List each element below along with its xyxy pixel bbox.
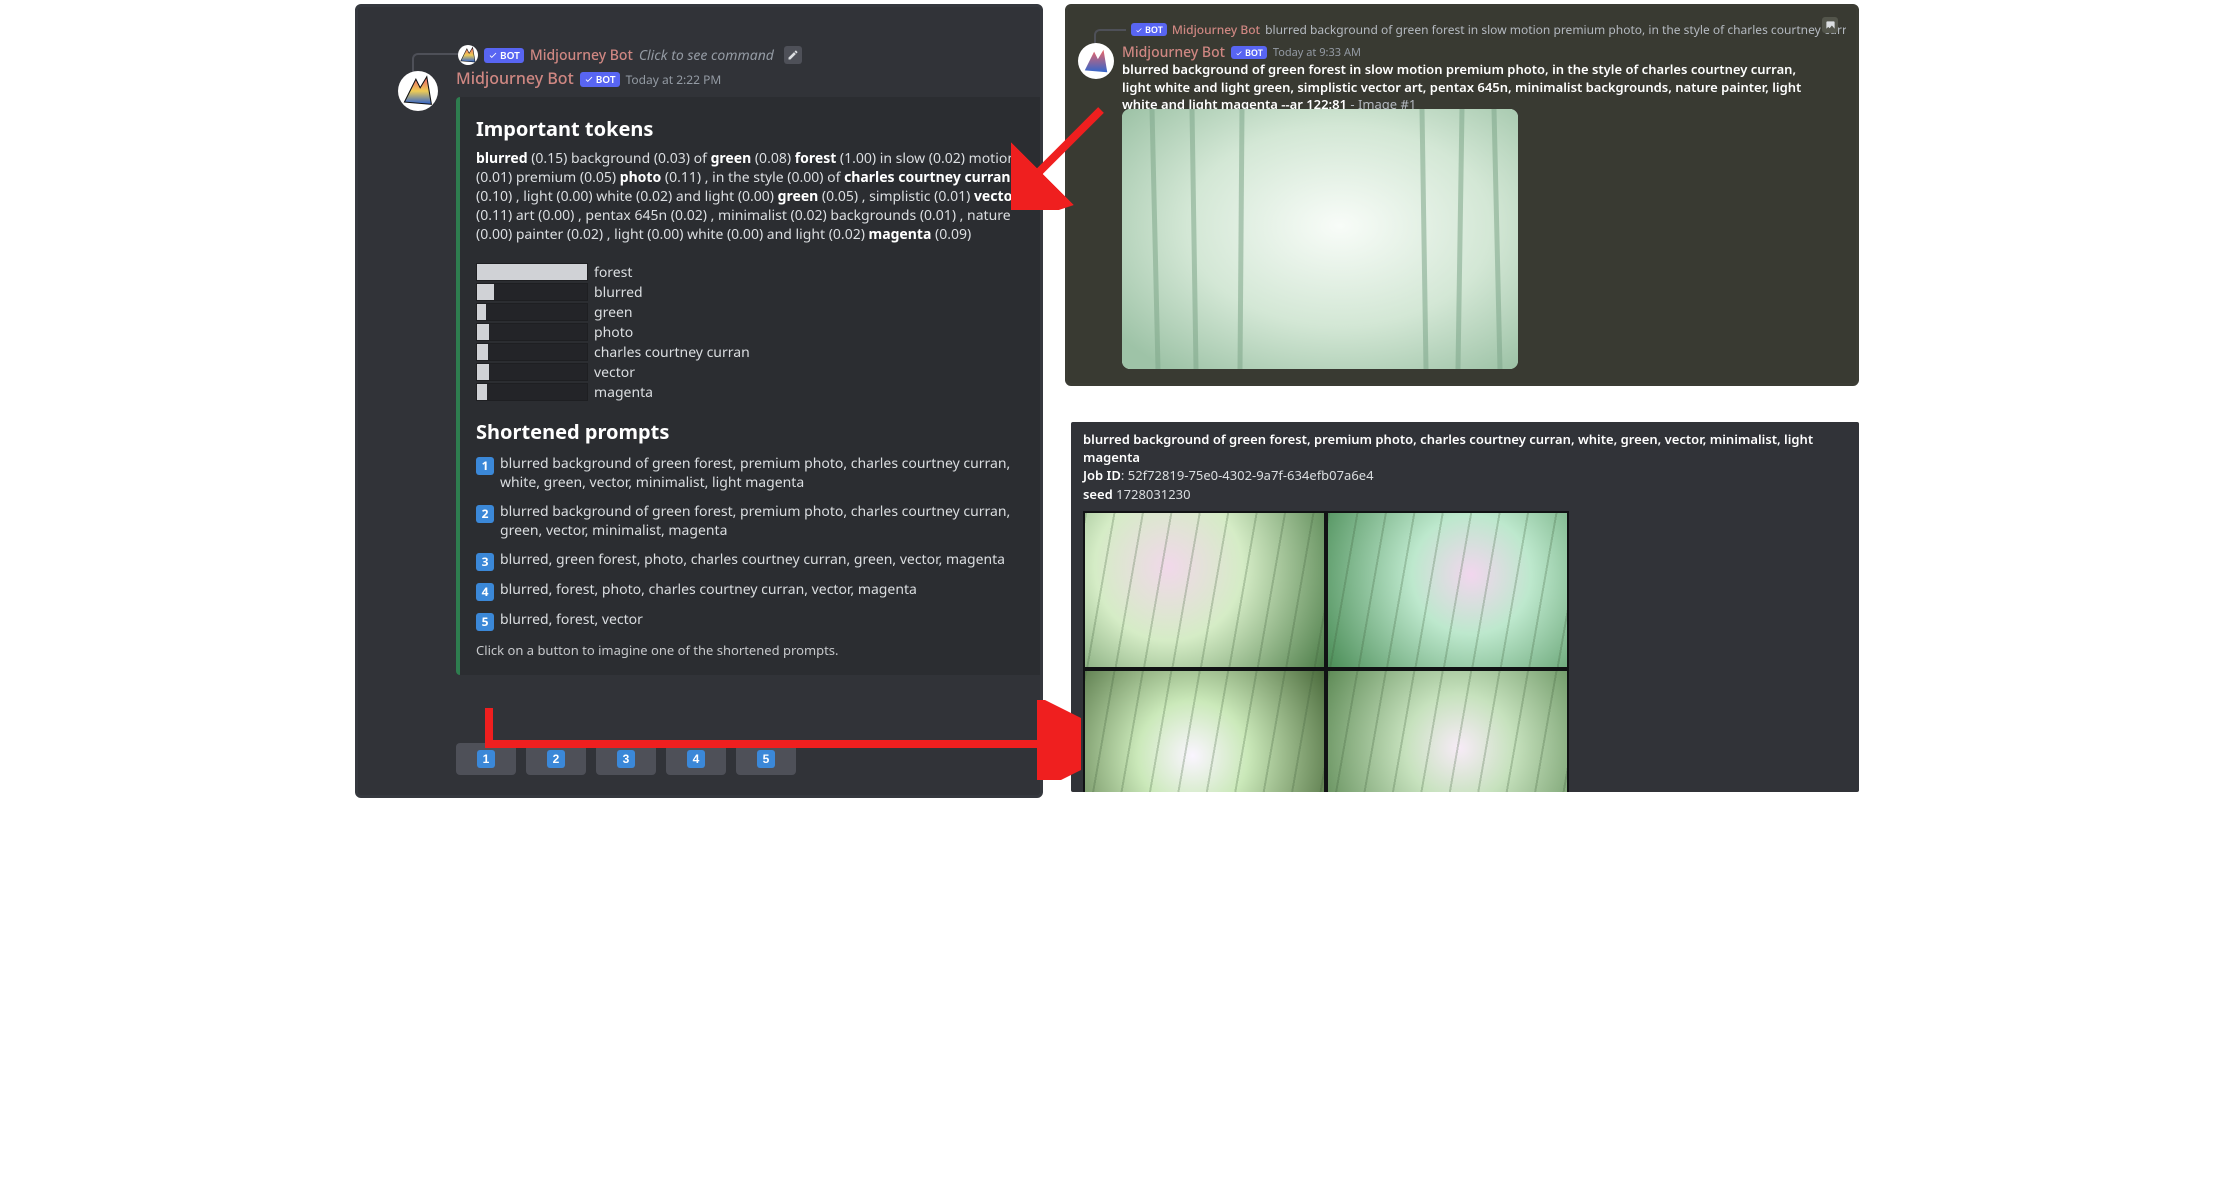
shortened-prompt-row: 2 blurred background of green forest, pre… <box>476 503 1036 541</box>
bot-badge: BOT <box>484 48 524 63</box>
check-icon <box>1135 26 1143 34</box>
bot-badge: BOT <box>580 72 620 87</box>
chart-row: forest <box>476 262 1036 282</box>
seed-value: 1728031230 <box>1116 485 1190 503</box>
number-badge-icon: 1 <box>476 457 494 475</box>
shortened-prompt-text: blurred, green forest, photo, charles co… <box>500 551 1005 571</box>
number-badge-icon: 4 <box>476 583 494 601</box>
reply-command-hint[interactable]: Click to see command <box>639 46 774 65</box>
shortened-prompt-row: 5 blurred, forest, vector <box>476 611 1036 631</box>
check-icon <box>488 50 498 60</box>
prompt-text: blurred background of green forest in sl… <box>1122 60 1801 113</box>
message-timestamp: Today at 2:22 PM <box>626 71 722 88</box>
seed-label: seed <box>1083 485 1113 503</box>
result-text: blurred background of green forest, prem… <box>1071 422 1859 507</box>
token-weight-chart: forestblurredgreenphotocharles courtney … <box>476 262 1036 402</box>
midjourney-avatar[interactable] <box>398 71 438 111</box>
shortened-prompt-text: blurred background of green forest, prem… <box>500 503 1036 541</box>
chart-label: forest <box>594 263 632 282</box>
chart-row: vector <box>476 362 1036 382</box>
grid-image-4[interactable] <box>1328 671 1567 792</box>
embed-hint: Click on a button to imagine one of the … <box>476 641 1036 659</box>
shortened-prompt-text: blurred, forest, photo, charles courtney… <box>500 581 917 601</box>
chart-label: magenta <box>594 383 653 402</box>
image-icon[interactable] <box>1822 17 1838 33</box>
job-id-value: 52f72819-75e0-4302-9a7f-634efb07a6e4 <box>1128 466 1374 484</box>
token-paragraph: blurred (0.15) background (0.03) of gree… <box>476 150 1036 244</box>
shortened-prompt-row: 4 blurred, forest, photo, charles courtne… <box>476 581 1036 601</box>
chart-row: photo <box>476 322 1036 342</box>
bot-badge: BOT <box>1131 23 1167 36</box>
left-discord-panel: BOT Midjourney Bot Click to see command … <box>355 4 1043 798</box>
job-id-label: Job ID <box>1083 466 1121 484</box>
top-right-discord-panel: BOT Midjourney Bot blurred background of… <box>1065 4 1859 386</box>
message-author[interactable]: Midjourney Bot <box>456 67 574 89</box>
embed-card: Important tokens blurred (0.15) backgrou… <box>456 97 1043 675</box>
shortened-prompts-list: 1 blurred background of green forest, pre… <box>476 455 1036 631</box>
number-badge-icon: 5 <box>476 613 494 631</box>
chart-label: charles courtney curran <box>594 343 750 362</box>
prompt-text: blurred background of green forest, prem… <box>1083 430 1813 466</box>
chart-label: green <box>594 303 633 322</box>
number-badge-icon: 2 <box>476 505 494 523</box>
midjourney-avatar[interactable] <box>1078 43 1114 79</box>
shortened-prompt-row: 3 blurred, green forest, photo, charles c… <box>476 551 1036 571</box>
section-title-shortened: Shortened prompts <box>476 418 1036 445</box>
midjourney-avatar-small <box>458 45 478 65</box>
reply-reference[interactable]: BOT Midjourney Bot blurred background of… <box>1126 21 1846 38</box>
reply-author[interactable]: Midjourney Bot <box>530 46 633 65</box>
annotation-arrow-bottom <box>481 700 1081 780</box>
chart-row: magenta <box>476 382 1036 402</box>
chart-label: vector <box>594 363 635 382</box>
section-title-tokens: Important tokens <box>476 115 1036 142</box>
chart-row: blurred <box>476 282 1036 302</box>
shortened-prompt-row: 1 blurred background of green forest, pre… <box>476 455 1036 493</box>
number-badge-icon: 3 <box>476 553 494 571</box>
generated-image[interactable] <box>1122 109 1518 369</box>
shortened-prompt-text: blurred, forest, vector <box>500 611 643 631</box>
message-timestamp: Today at 9:33 AM <box>1273 45 1361 60</box>
message-header: Midjourney Bot BOT Today at 2:22 PM <box>456 67 721 89</box>
bottom-right-discord-panel: blurred background of green forest, prem… <box>1071 422 1859 792</box>
grid-image-3[interactable] <box>1085 671 1324 792</box>
annotation-arrow-top <box>1011 100 1111 210</box>
check-icon <box>1235 49 1243 57</box>
chart-row: charles courtney curran <box>476 342 1036 362</box>
image-grid[interactable] <box>1083 511 1569 792</box>
reply-preview-text: blurred background of green forest in sl… <box>1265 21 1846 38</box>
grid-image-2[interactable] <box>1328 513 1567 667</box>
check-icon <box>584 74 594 84</box>
edit-icon[interactable] <box>784 46 802 64</box>
bot-badge: BOT <box>1231 46 1267 59</box>
grid-image-1[interactable] <box>1085 513 1324 667</box>
chart-row: green <box>476 302 1036 322</box>
reply-reference[interactable]: BOT Midjourney Bot Click to see command <box>458 45 802 65</box>
shortened-prompt-text: blurred background of green forest, prem… <box>500 455 1036 493</box>
chart-label: blurred <box>594 283 643 302</box>
reply-author: Midjourney Bot <box>1172 21 1260 38</box>
chart-label: photo <box>594 323 633 342</box>
